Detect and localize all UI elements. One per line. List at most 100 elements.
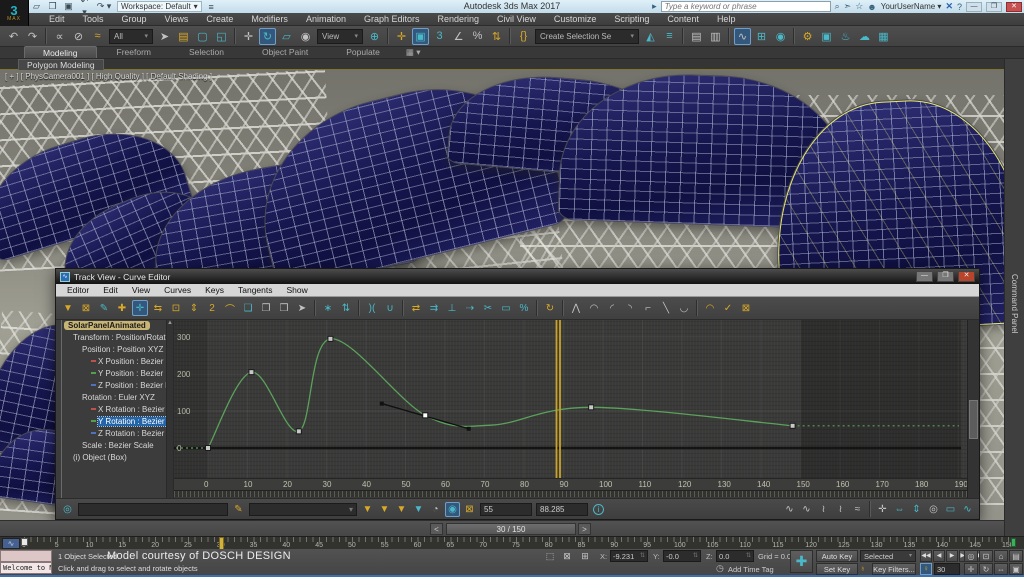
animation-key[interactable] <box>296 429 301 434</box>
menu-views[interactable]: Views <box>156 13 198 26</box>
spinner-snap-toggle-icon[interactable]: ⇅ <box>488 28 505 45</box>
slide-keys-icon[interactable]: ⇆ <box>150 300 166 316</box>
current-frame-marker[interactable] <box>219 537 224 549</box>
scale-values-icon[interactable]: ⇕ <box>186 300 202 316</box>
time-slider-track[interactable]: < 30 / 150 > <box>0 520 1004 536</box>
move-keys-vertical-icon[interactable]: ⇅ <box>338 300 354 316</box>
select-and-place-icon[interactable]: ◉ <box>297 28 314 45</box>
ce-menu-editor[interactable]: Editor <box>60 285 96 295</box>
curve-editor-icon[interactable]: ∿ <box>734 28 751 45</box>
menu-civil-view[interactable]: Civil View <box>488 13 545 26</box>
scale-keys-icon[interactable]: ⊡ <box>168 300 184 316</box>
track-item-z-position-bezier-float[interactable]: Z Position : Bezier Float <box>56 380 173 392</box>
track-item-transform-position-rotation[interactable]: Transform : Position/Rotation <box>56 332 173 344</box>
menu-group[interactable]: Group <box>113 13 156 26</box>
percent-snap-toggle-icon[interactable]: % <box>469 28 486 45</box>
scissors-icon[interactable]: ✂ <box>480 300 496 316</box>
track-item-y-rotation-bezier-float[interactable]: Y Rotation : Bezier Float <box>56 416 173 428</box>
current-frame-field[interactable]: 30 <box>934 563 960 575</box>
menu-customize[interactable]: Customize <box>545 13 606 26</box>
spinner-icon[interactable]: ⇅ <box>640 551 645 562</box>
key-info-icon[interactable]: i <box>593 504 604 515</box>
animation-curve-svg[interactable] <box>174 320 961 478</box>
selected-key[interactable] <box>423 413 428 418</box>
favorites-star-icon[interactable]: ☆ <box>855 1 863 12</box>
material-editor-icon[interactable]: ◉ <box>772 28 789 45</box>
selection-filter-dropdown[interactable]: All▾ <box>109 29 153 44</box>
search-icon[interactable]: ⌕ <box>835 1 840 12</box>
maximize-viewport-icon[interactable]: ▣ <box>1009 563 1023 575</box>
tangent-step-icon[interactable]: ⌐ <box>640 300 656 316</box>
key-time-field[interactable]: 55 <box>480 503 532 516</box>
viewport-label[interactable]: [ + ] [ PhysCamera001 ] [ High Quality ]… <box>5 72 212 81</box>
unify-tangents-icon[interactable]: ∪ <box>382 300 398 316</box>
tangent-auto-icon[interactable]: ⋀ <box>568 300 584 316</box>
draw-curves-icon[interactable]: ✎ <box>96 300 112 316</box>
menu-graph-editors[interactable]: Graph Editors <box>355 13 429 26</box>
set-keys-button[interactable]: ✚ <box>790 550 813 573</box>
reference-coordinate-dropdown[interactable]: View▾ <box>317 29 363 44</box>
track-bar[interactable]: ∿ 05101520253035404550556065707580859095… <box>0 536 1024 549</box>
break-tangents-icon[interactable]: )( <box>364 300 380 316</box>
window-close-button[interactable]: ✕ <box>1006 2 1022 12</box>
snaps-toggle-icon[interactable]: 3 <box>431 28 448 45</box>
ce-minimize-button[interactable]: — <box>916 271 933 282</box>
auto-key-button[interactable]: Auto Key <box>816 550 858 562</box>
animation-key[interactable] <box>206 446 211 451</box>
render-in-cloud-icon[interactable]: ☁ <box>856 28 873 45</box>
menu-rendering[interactable]: Rendering <box>429 13 489 26</box>
3ds-max-logo[interactable]: 3 MAX <box>0 0 29 26</box>
select-object-icon[interactable]: ➤ <box>156 28 173 45</box>
set-key-button[interactable]: Set Key <box>816 563 858 575</box>
select-and-manipulate-icon[interactable]: ✛ <box>393 28 410 45</box>
tangent-smooth-icon[interactable]: ◡ <box>676 300 692 316</box>
tangent-slow-icon[interactable]: ◝ <box>622 300 638 316</box>
zoom-all-icon[interactable]: ▤ <box>1009 550 1023 562</box>
open-asset-library-icon[interactable]: ▦ <box>875 28 892 45</box>
exchange-apps-icon[interactable]: ✕ <box>945 1 953 12</box>
show-buffer-curve-icon[interactable]: ◠ <box>702 300 718 316</box>
key-filters-button[interactable]: Key Filters... <box>872 563 916 575</box>
bind-to-space-warp-icon[interactable]: ≈ <box>89 28 106 45</box>
ce-menu-edit[interactable]: Edit <box>96 285 125 295</box>
ce-menu-show[interactable]: Show <box>280 285 315 295</box>
key-mode-toggle[interactable]: ♀ <box>920 563 932 575</box>
tangent-display-icon[interactable]: ∿ <box>782 502 797 517</box>
menu-create[interactable]: Create <box>197 13 242 26</box>
ce-maximize-button[interactable]: ❐ <box>937 271 954 282</box>
filter-selected-objects-icon[interactable]: ▼ <box>377 502 392 517</box>
move-keys-icon[interactable]: ✛ <box>132 300 148 316</box>
ce-menu-keys[interactable]: Keys <box>198 285 231 295</box>
schematic-view-icon[interactable]: ⊞ <box>753 28 770 45</box>
animation-key[interactable] <box>249 370 254 375</box>
window-maximize-button[interactable]: ❐ <box>986 2 1002 12</box>
command-panel-collapsed[interactable]: Command Panel <box>1004 59 1024 536</box>
spring-rollup-icon[interactable]: ◔ <box>428 502 443 517</box>
zoom-extents-icon[interactable]: ⌂ <box>994 550 1008 562</box>
trackbar-start-handle[interactable] <box>21 538 28 546</box>
select-and-move-icon[interactable]: ✛ <box>240 28 257 45</box>
next-frame-button[interactable]: > <box>578 523 591 535</box>
rectangular-selection-region-icon[interactable]: ▢ <box>194 28 211 45</box>
track-item-z-rotation-bezier-float[interactable]: Z Rotation : Bezier Float <box>56 428 173 440</box>
track-item-scale-bezier-scale[interactable]: Scale : Bezier Scale <box>56 440 173 452</box>
ce-close-button[interactable]: ✕ <box>958 271 975 282</box>
track-item-x-position-bezier-float[interactable]: X Position : Bezier Float <box>56 356 173 368</box>
zoom-icon[interactable]: ◎ <box>926 502 941 517</box>
value-scrollbar[interactable] <box>967 320 979 498</box>
time-slider-handle[interactable]: 30 / 150 <box>446 523 576 535</box>
tangent-fast-icon[interactable]: ◜ <box>604 300 620 316</box>
maxscript-mini-listener[interactable] <box>0 550 52 562</box>
filter-keyable-tracks-icon[interactable]: ▼ <box>411 502 426 517</box>
menu-tools[interactable]: Tools <box>74 13 113 26</box>
redo-icon[interactable]: ↷ <box>24 28 41 45</box>
orbit-icon[interactable]: ↻ <box>979 563 993 575</box>
tangent-handle[interactable] <box>380 402 384 406</box>
z-coordinate-field[interactable]: 0.0⇅ <box>716 550 754 562</box>
flatten-curve-icon[interactable]: ⊥ <box>444 300 460 316</box>
spinner-icon[interactable]: ⇅ <box>693 551 698 562</box>
auto-pan-to-key-icon[interactable]: ◉ <box>445 502 460 517</box>
search-input[interactable] <box>661 1 831 12</box>
named-selection-sets-dropdown[interactable]: Create Selection Se▾ <box>535 29 639 44</box>
copy-curve-icon[interactable]: ❏ <box>240 300 256 316</box>
